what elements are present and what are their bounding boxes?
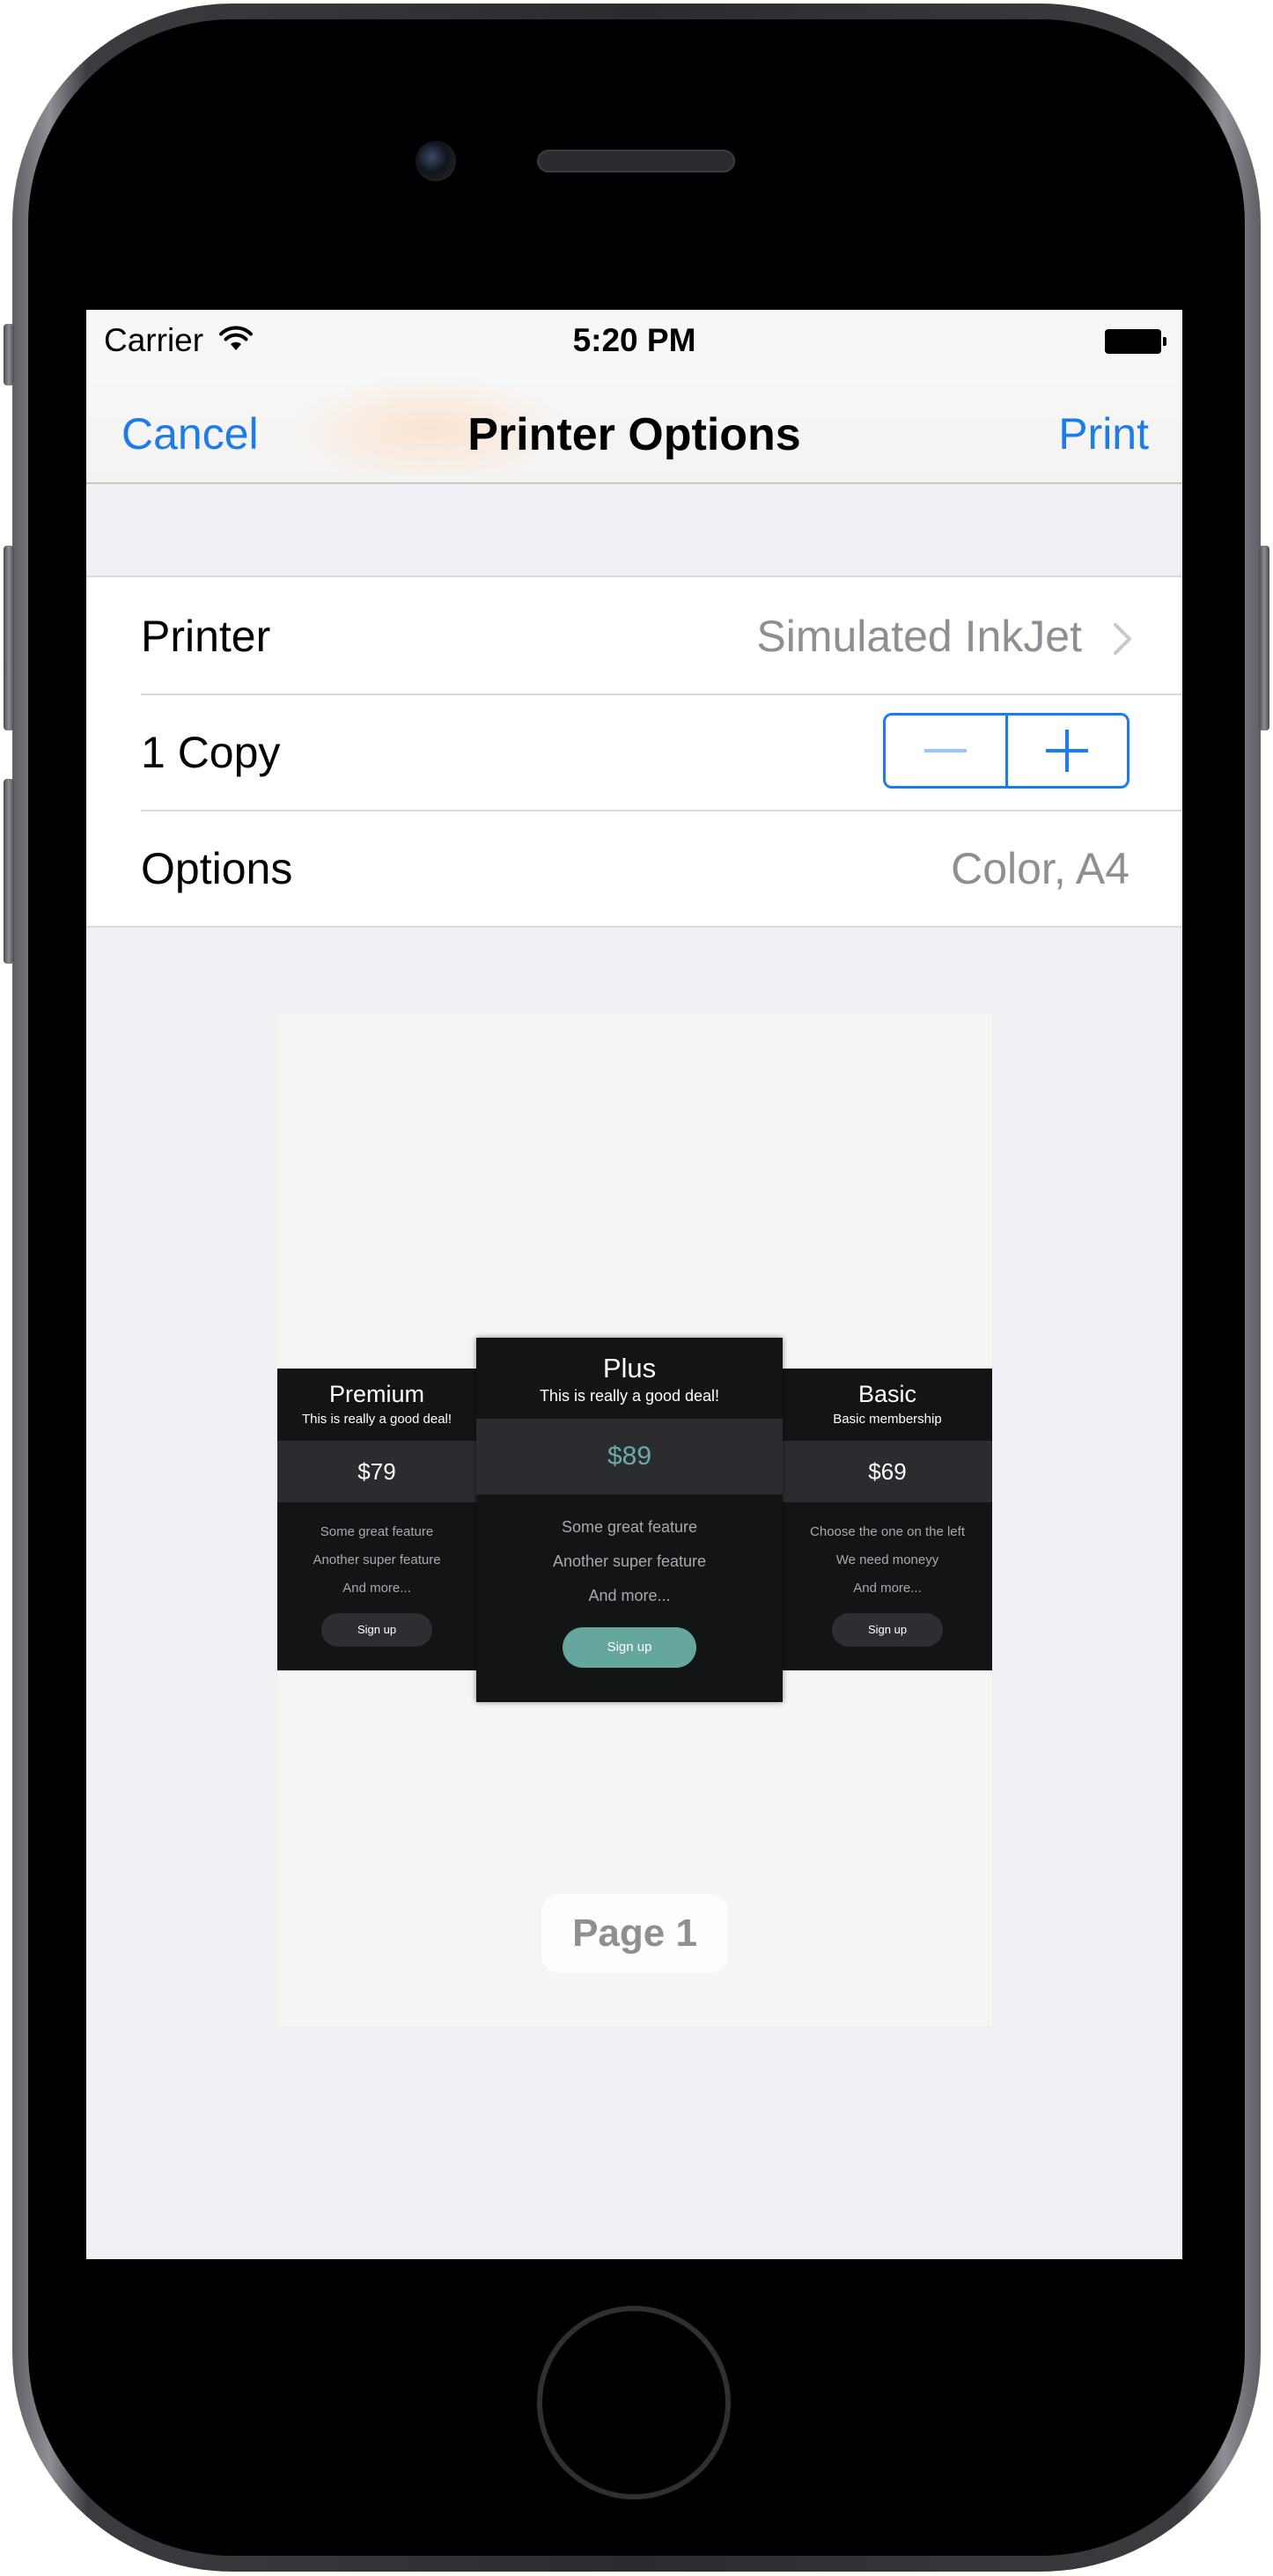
plan-feature: And more... — [853, 1581, 922, 1596]
plan-features: Some great feature Another super feature… — [277, 1518, 476, 1603]
page-number-label: Page 1 — [541, 1894, 728, 1973]
volume-down-button — [4, 779, 14, 964]
plan-feature: We need moneyy — [835, 1552, 939, 1567]
chevron-right-icon — [1114, 623, 1131, 655]
plan-card-premium: Premium This is really a good deal! $79 … — [277, 1369, 476, 1670]
home-button[interactable] — [537, 2306, 731, 2499]
increment-button[interactable] — [1004, 716, 1128, 786]
plan-card-plus: Plus This is really a good deal! $89 Som… — [476, 1338, 783, 1702]
screen: Carrier 5:20 PM Cancel Printer Options P… — [86, 310, 1182, 2259]
plan-feature: Some great feature — [320, 1524, 434, 1539]
plan-subtitle: Basic membership — [833, 1412, 942, 1427]
signup-button: Sign up — [832, 1613, 943, 1647]
plan-name: Plus — [602, 1353, 657, 1383]
mute-switch — [4, 324, 14, 385]
page-title: Printer Options — [467, 409, 801, 460]
copies-row: 1 Copy — [86, 694, 1182, 810]
copies-label: 1 Copy — [141, 728, 281, 777]
plan-name: Premium — [328, 1381, 424, 1407]
status-bar: Carrier 5:20 PM — [86, 310, 1182, 373]
earpiece-speaker — [537, 150, 735, 172]
plan-feature: Another super feature — [552, 1552, 707, 1570]
volume-up-button — [4, 546, 14, 730]
decrement-button[interactable] — [886, 716, 1005, 786]
copies-stepper[interactable] — [883, 713, 1130, 789]
plan-price: $89 — [476, 1419, 783, 1494]
plan-feature: And more... — [588, 1587, 671, 1604]
plan-subtitle: This is really a good deal! — [301, 1412, 453, 1427]
options-label: Options — [141, 844, 293, 893]
print-preview-page[interactable]: Premium This is really a good deal! $79 … — [277, 1014, 992, 2026]
plan-subtitle: This is really a good deal! — [539, 1387, 720, 1405]
front-camera — [416, 141, 456, 181]
options-value: Color, A4 — [951, 844, 1130, 893]
options-row[interactable]: Options Color, A4 — [86, 810, 1182, 926]
plan-features: Some great feature Another super feature… — [476, 1510, 783, 1613]
plan-feature: Another super feature — [313, 1552, 441, 1567]
navigation-bar: Cancel Printer Options Print — [86, 373, 1182, 484]
power-button — [1259, 546, 1269, 730]
printer-label: Printer — [141, 612, 271, 661]
plan-card-basic: Basic Basic membership $69 Choose the on… — [783, 1369, 992, 1670]
printer-value: Simulated InkJet — [756, 612, 1082, 661]
signup-button: Sign up — [321, 1613, 432, 1647]
minus-icon — [923, 749, 967, 752]
plan-name: Basic — [857, 1381, 917, 1407]
plan-feature: Some great feature — [561, 1518, 698, 1536]
signup-button: Sign up — [563, 1627, 696, 1668]
plan-feature: Choose the one on the left — [810, 1524, 965, 1539]
plan-features: Choose the one on the left We need money… — [783, 1518, 992, 1603]
printer-row[interactable]: Printer Simulated InkJet — [86, 577, 1182, 694]
plan-price: $79 — [277, 1441, 476, 1502]
plan-price: $69 — [783, 1441, 992, 1502]
battery-icon — [1105, 329, 1166, 354]
plan-feature: And more... — [342, 1581, 411, 1596]
print-button[interactable]: Print — [1058, 408, 1149, 459]
plus-icon — [1046, 730, 1089, 772]
printer-options-table: Printer Simulated InkJet 1 Copy Options … — [86, 576, 1182, 928]
status-time: 5:20 PM — [572, 322, 696, 358]
